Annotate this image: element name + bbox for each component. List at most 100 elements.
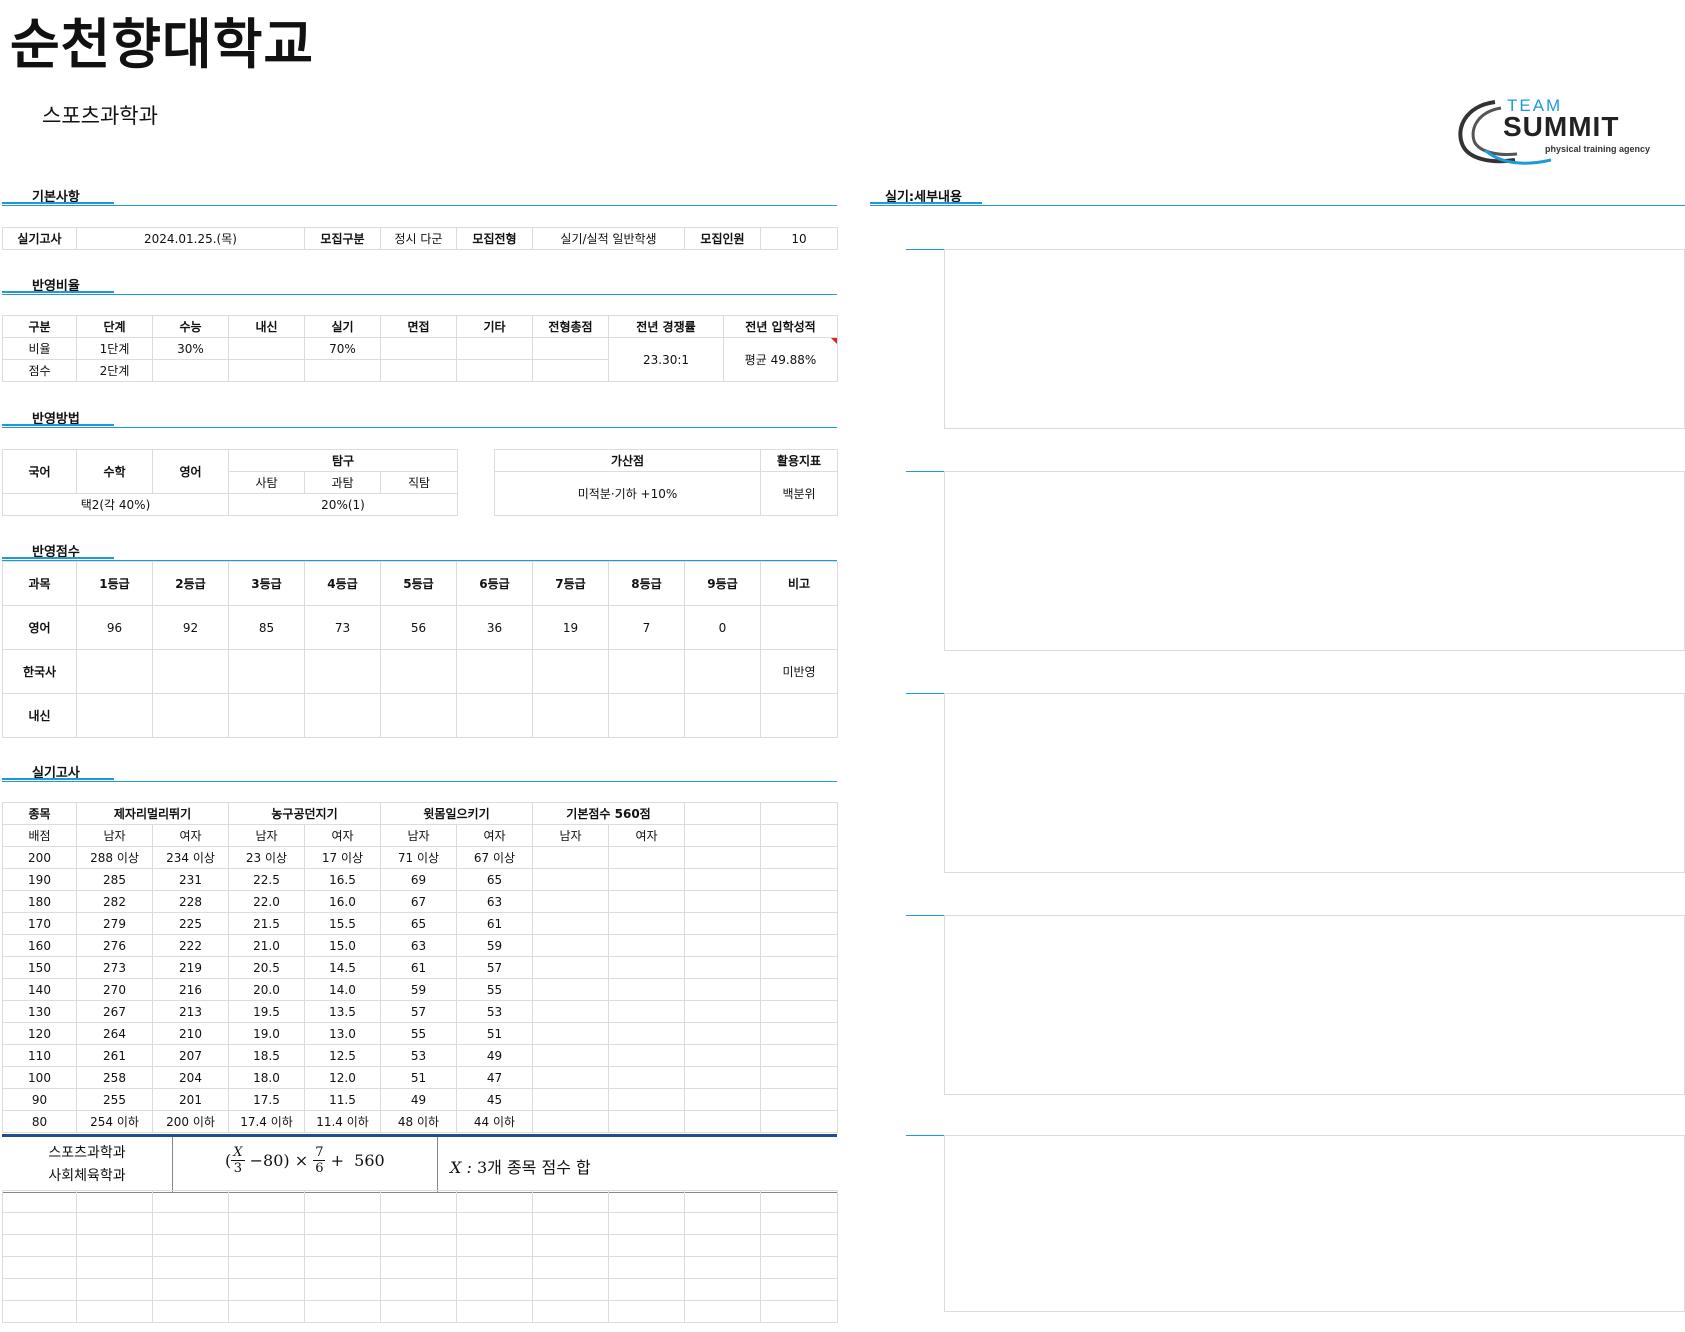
formula-dept-sports-science: 스포츠과학과 — [48, 1145, 126, 1161]
practical-cell: 51 — [380, 1066, 457, 1089]
empty-cell — [608, 846, 685, 869]
grade-cell: 96 — [76, 605, 153, 650]
empty-cell — [608, 1212, 685, 1235]
grade-header: 9등급 — [684, 561, 761, 606]
empty-cell — [684, 1278, 761, 1301]
empty-cell — [532, 1300, 609, 1323]
practical-table: 종목 제자리멀리뛰기 농구공던지기 윗몸일으키기 기본점수 560점 배점 남자… — [2, 802, 838, 1133]
empty-cell — [608, 1000, 685, 1023]
empty-cell — [608, 934, 685, 957]
comment-indicator[interactable] — [831, 338, 837, 344]
grade-cell — [532, 649, 609, 694]
section-method-rule — [2, 427, 837, 428]
grade-header: 3등급 — [228, 561, 305, 606]
practical-cell: 16.0 — [304, 890, 381, 913]
practical-cell: 71 이상 — [380, 846, 457, 869]
empty-cell — [608, 1278, 685, 1301]
recruit-type-value: 실기/실적 일반학생 — [532, 227, 685, 250]
practical-cell: 225 — [152, 912, 229, 935]
section-score-tab — [2, 557, 114, 559]
event-sit-ups: 윗몸일으키기 — [380, 802, 533, 825]
empty-cell — [532, 1066, 609, 1089]
grade-cell — [304, 693, 381, 738]
ratio-table: 구분 단계 수능 내신 실기 면접 기타 전형총점 전년 경쟁률 전년 입학성적… — [2, 315, 838, 382]
grade-header: 6등급 — [456, 561, 533, 606]
empty-cell — [608, 1256, 685, 1279]
event-standing-long-jump: 제자리멀리뛰기 — [76, 802, 229, 825]
section-method-tab — [2, 424, 114, 426]
ratio-header: 수능 — [152, 315, 229, 338]
ratio-cell — [228, 359, 305, 382]
grade-cell — [532, 693, 609, 738]
practical-cell: 207 — [152, 1044, 229, 1067]
practical-score-point: 100 — [2, 1066, 77, 1089]
formula-6: 6 — [315, 1161, 324, 1176]
empty-cell — [608, 956, 685, 979]
practical-cell: 22.0 — [228, 890, 305, 913]
quota-value: 10 — [760, 227, 838, 250]
female-label: 여자 — [608, 824, 685, 847]
blank-row — [2, 1256, 838, 1279]
empty-cell — [684, 956, 761, 979]
practical-cell: 63 — [380, 934, 457, 957]
empty-cell — [2, 1212, 77, 1235]
practical-cell: 264 — [76, 1022, 153, 1045]
empty-cell — [684, 1256, 761, 1279]
grade-row-label: 한국사 — [2, 649, 77, 694]
practical-score-point: 150 — [2, 956, 77, 979]
grade-header: 8등급 — [608, 561, 685, 606]
grade-cell: 73 — [304, 605, 381, 650]
empty-cell — [152, 1300, 229, 1323]
grade-cell — [456, 693, 533, 738]
ratio-cell: 점수 — [2, 359, 77, 382]
grade-header: 4등급 — [304, 561, 381, 606]
empty-cell — [608, 912, 685, 935]
empty-cell — [684, 1088, 761, 1111]
practical-cell: 273 — [76, 956, 153, 979]
empty-cell — [760, 1256, 838, 1279]
section-practical-rule — [2, 781, 837, 782]
practical-cell: 55 — [456, 978, 533, 1001]
ratio-cell — [380, 337, 457, 360]
formula-minus: −80) × — [249, 1151, 309, 1170]
empty-cell — [532, 1234, 609, 1257]
empty-cell — [228, 1256, 305, 1279]
practical-cell: 20.0 — [228, 978, 305, 1001]
practical-cell: 222 — [152, 934, 229, 957]
practical-cell: 57 — [456, 956, 533, 979]
grade-header: 비고 — [760, 561, 838, 606]
ratio-header: 전년 입학성적 — [723, 315, 838, 338]
male-label: 남자 — [228, 824, 305, 847]
ratio-header: 실기 — [304, 315, 381, 338]
ratio-cell: 70% — [304, 337, 381, 360]
ratio-cell — [380, 359, 457, 382]
grade-cell: 미반영 — [760, 649, 838, 694]
empty-cell — [76, 1234, 153, 1257]
practical-cell: 57 — [380, 1000, 457, 1023]
ratio-header: 전년 경쟁률 — [608, 315, 724, 338]
practical-cell: 216 — [152, 978, 229, 1001]
empty-cell — [2, 1278, 77, 1301]
empty-cell — [228, 1234, 305, 1257]
practical-score-point: 110 — [2, 1044, 77, 1067]
method-vocational: 직탐 — [379, 471, 459, 494]
practical-cell: 17.4 이하 — [228, 1110, 305, 1133]
practical-score-point: 90 — [2, 1088, 77, 1111]
empty-cell — [760, 846, 838, 869]
empty-cell — [532, 1044, 609, 1067]
practical-score-point: 200 — [2, 846, 77, 869]
practical-cell: 44 이하 — [456, 1110, 533, 1133]
empty-cell — [760, 934, 838, 957]
formula-x: X — [231, 1145, 245, 1161]
empty-cell — [684, 912, 761, 935]
empty-cell — [532, 1022, 609, 1045]
practical-cell: 19.0 — [228, 1022, 305, 1045]
grade-row-label: 내신 — [2, 693, 77, 738]
formula-7-over-6: 76 — [313, 1145, 326, 1176]
practical-cell: 210 — [152, 1022, 229, 1045]
practical-score-point: 160 — [2, 934, 77, 957]
practical-row: 130 267 213 19.5 13.5 57 53 — [2, 1000, 838, 1023]
practical-cell: 276 — [76, 934, 153, 957]
grade-cell — [380, 649, 457, 694]
practical-row: 140 270 216 20.0 14.0 59 55 — [2, 978, 838, 1001]
